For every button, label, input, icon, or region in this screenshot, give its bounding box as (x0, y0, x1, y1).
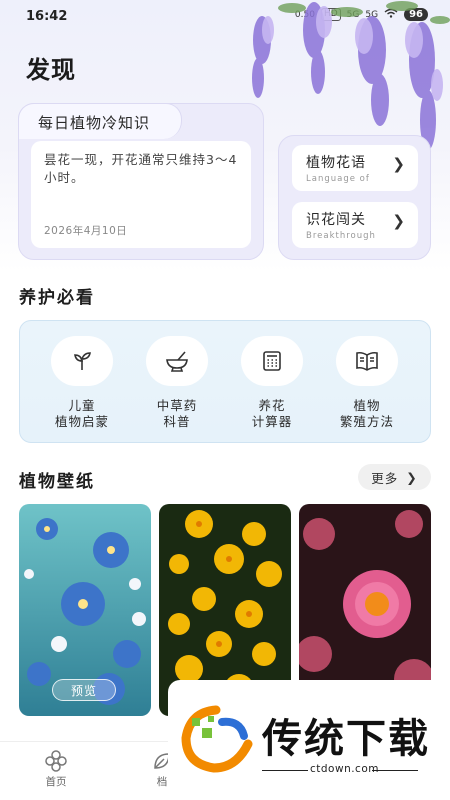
mortar-pestle-icon (146, 336, 208, 386)
care-item-calculator-line1: 养花 (258, 398, 286, 413)
watermark-rule-left (262, 770, 308, 771)
daily-fact-date: 2026年4月10日 (44, 225, 128, 237)
flower-challenge-label: 识花闯关 (306, 212, 366, 228)
flower-language-button[interactable]: 植物花语 Language of ❯ (292, 145, 418, 191)
watermark-url: ctdown.com (310, 763, 379, 775)
watermark-logo-icon (181, 705, 253, 773)
care-section-title: 养护必看 (19, 288, 95, 308)
flower-language-label: 植物花语 (306, 155, 366, 171)
care-item-kids-line2: 植物启蒙 (54, 414, 109, 429)
care-item-propagation-line2: 繁殖方法 (339, 414, 394, 429)
care-item-kids-line1: 儿童 (68, 398, 96, 413)
open-book-icon (336, 336, 398, 386)
care-item-propagation-line1: 植物 (353, 398, 381, 413)
watermark-text: 传统下载 (262, 716, 430, 762)
care-item-calculator-line2: 计算器 (251, 414, 293, 429)
daily-fact-title: 每日植物冷知识 (38, 114, 151, 132)
chevron-right-icon: ❯ (392, 155, 405, 173)
calculator-icon (241, 336, 303, 386)
care-item-herbal-line1: 中草药 (156, 398, 198, 413)
page-title: 发现 (26, 56, 76, 84)
care-item-calculator[interactable]: 养花 计算器 (232, 336, 312, 436)
care-item-propagation[interactable]: 植物 繁殖方法 (327, 336, 407, 436)
care-item-herbal-line2: 科普 (163, 414, 191, 429)
wallpaper-section-title: 植物壁纸 (19, 472, 95, 492)
flower-language-sub: Language of (306, 174, 370, 184)
flower-outline-icon (26, 748, 86, 774)
nav-home[interactable]: 首页 (26, 748, 86, 789)
preview-button[interactable]: 预览 (52, 679, 116, 701)
more-wallpapers-button[interactable]: 更多 ❯ (358, 464, 431, 490)
flower-challenge-sub: Breakthrough (306, 231, 376, 241)
more-label: 更多 (371, 470, 399, 486)
watermark-rule-right (372, 770, 418, 771)
flower-challenge-button[interactable]: 识花闯关 Breakthrough ❯ (292, 202, 418, 248)
nav-home-label: 首页 (45, 776, 67, 788)
chevron-right-icon: ❯ (392, 212, 405, 230)
chevron-right-icon: ❯ (406, 469, 418, 485)
status-time: 16:42 (26, 9, 68, 24)
care-item-herbal[interactable]: 中草药 科普 (137, 336, 217, 436)
sprout-icon (51, 336, 113, 386)
care-item-kids[interactable]: 儿童 植物启蒙 (42, 336, 122, 436)
daily-fact-text: 昙花一现，开花通常只维持3～4小时。 (44, 152, 238, 185)
